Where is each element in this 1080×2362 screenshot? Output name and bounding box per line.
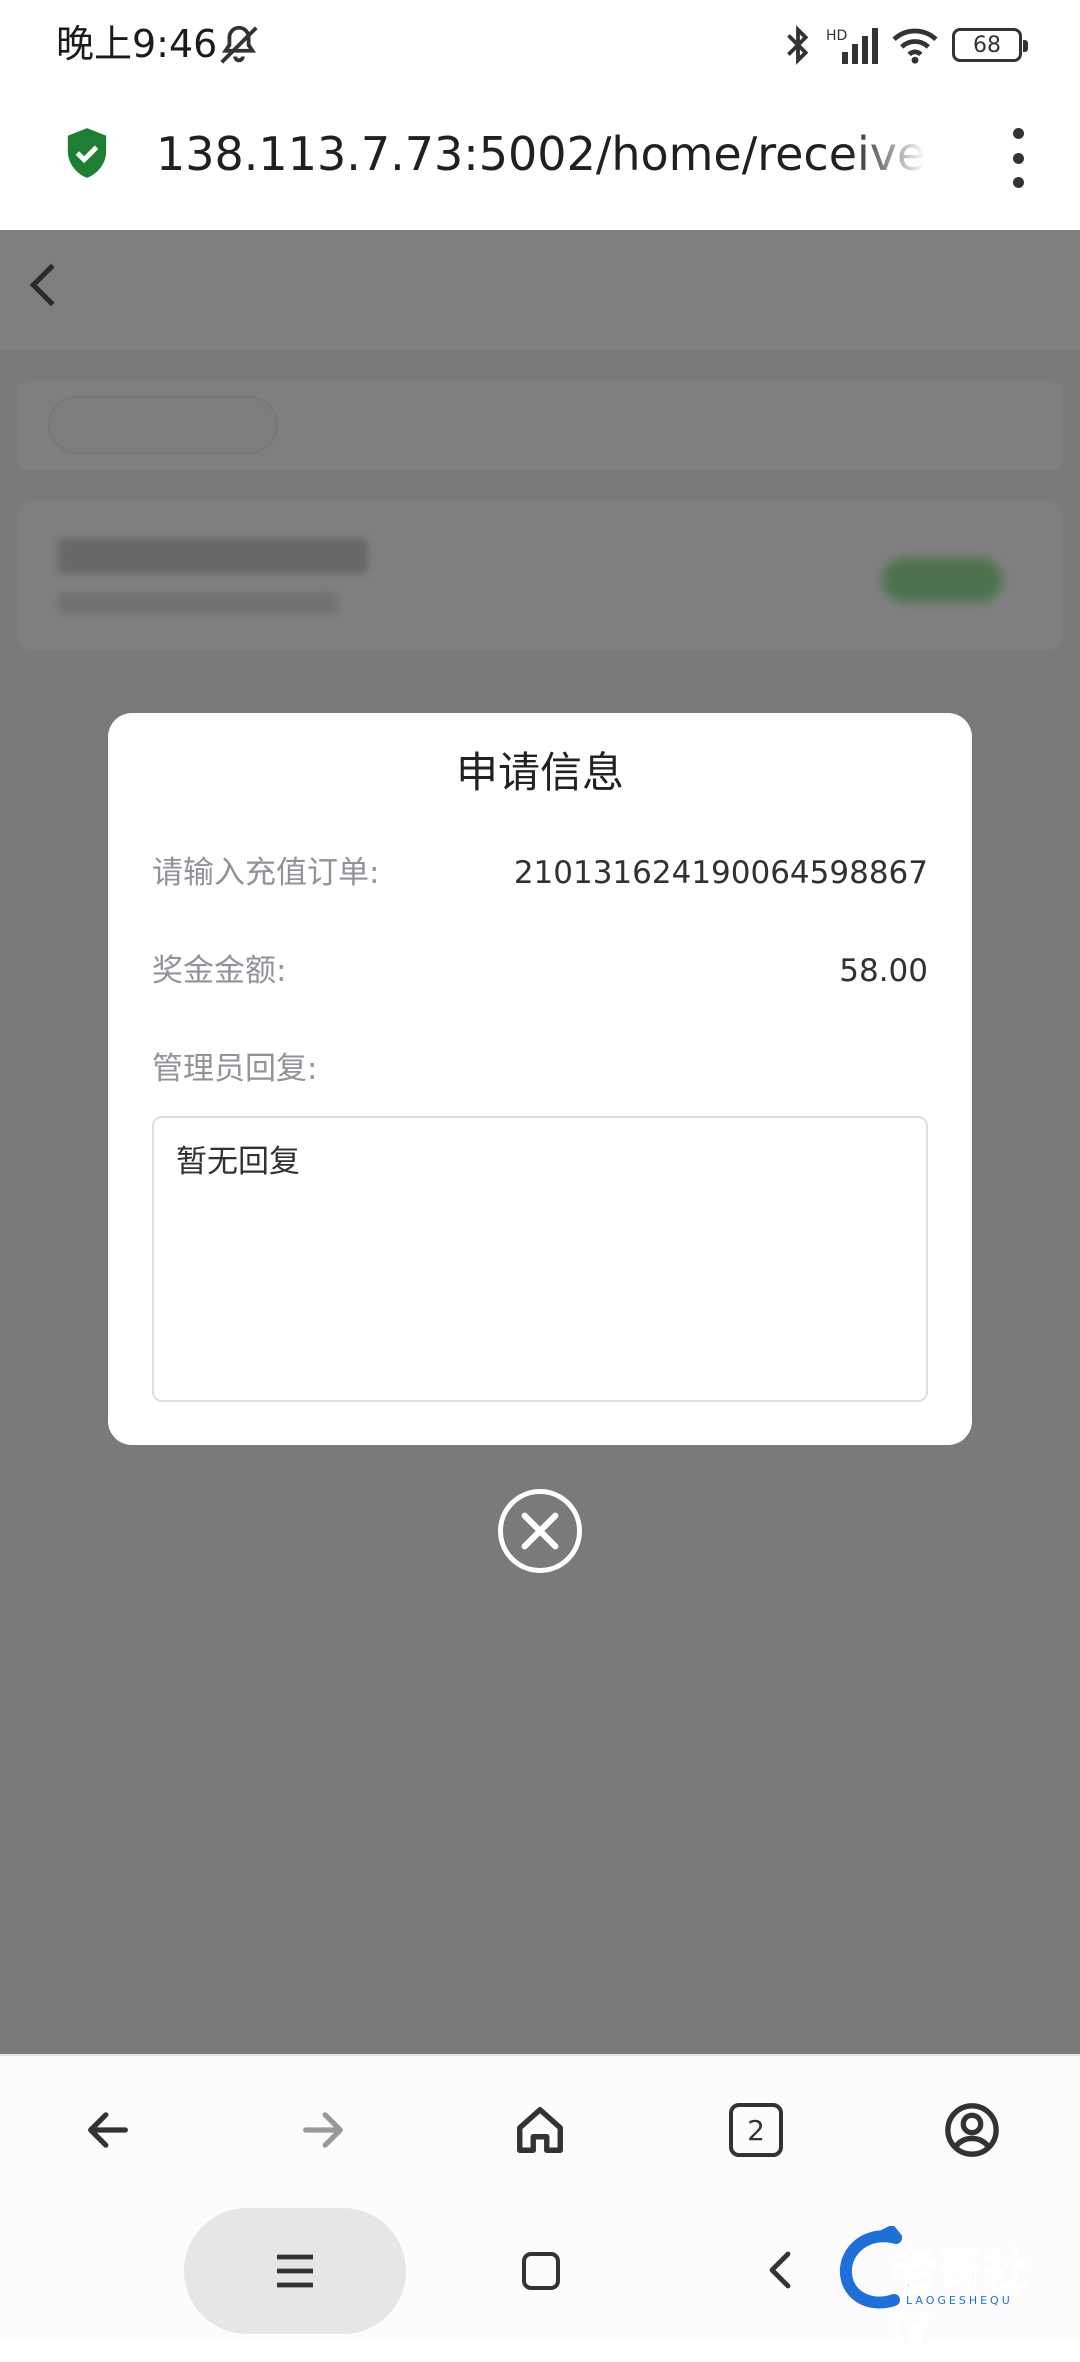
watermark-logo: 老哥社区 LAOGESHEQU [836, 2222, 1066, 2361]
dialog-title: 申请信息 [455, 748, 624, 797]
arrow-left-icon [88, 2112, 128, 2148]
account-icon [945, 2103, 999, 2157]
recent-apps-button[interactable] [184, 2208, 406, 2334]
amount-label: 奖金金额: [152, 953, 287, 989]
url-field[interactable]: 138.113.7.73:5002/home/receive-r [156, 122, 926, 186]
tabs-button[interactable]: 2 [686, 2056, 826, 2204]
shield-check-icon[interactable] [64, 126, 110, 180]
close-dialog-button[interactable] [498, 1489, 582, 1573]
wifi-icon [892, 28, 938, 64]
order-label: 请输入充值订单: [152, 855, 380, 891]
bluetooth-icon [787, 25, 809, 65]
amount-row: 奖金金额: 58.00 [152, 946, 928, 996]
back-button[interactable] [38, 2056, 178, 2204]
order-value: 210131624190064598867 [513, 855, 928, 891]
forward-button[interactable] [253, 2056, 393, 2204]
close-icon [521, 1512, 559, 1550]
order-row: 请输入充值订单: 210131624190064598867 [152, 848, 928, 898]
system-home-button[interactable] [522, 2252, 560, 2290]
reply-row: 管理员回复: [152, 1044, 928, 1094]
application-info-dialog: 申请信息 请输入充值订单: 210131624190064598867 奖金金额… [108, 713, 972, 1445]
browser-toolbar: 2 [0, 2054, 1080, 2202]
battery-icon: 68 [952, 28, 1028, 62]
tab-count: 2 [747, 2113, 765, 2147]
reply-label: 管理员回复: [152, 1051, 318, 1087]
system-navigation-bar: 老哥社区 LAOGESHEQU [0, 2202, 1080, 2361]
bell-off-icon [220, 25, 258, 64]
hamburger-menu-icon [277, 2254, 313, 2288]
amount-value: 58.00 [839, 953, 928, 989]
arrow-right-icon [303, 2112, 343, 2148]
status-time: 晚上9:46 [56, 22, 218, 66]
status-bar: 晚上9:46 HD 68 [0, 0, 1080, 88]
browser-address-bar: 138.113.7.73:5002/home/receive-r [0, 88, 1080, 230]
home-icon [517, 2107, 563, 2153]
status-icons: HD 68 [784, 20, 1028, 70]
admin-reply-textarea: 暂无回复 [152, 1116, 928, 1402]
watermark-subtext: LAOGESHEQU [906, 2294, 1013, 2307]
account-button[interactable] [902, 2056, 1042, 2204]
home-button[interactable] [470, 2056, 610, 2204]
system-back-icon[interactable] [760, 2250, 800, 2290]
signal-icon: HD [826, 28, 878, 64]
svg-text:HD: HD [826, 28, 847, 44]
tabs-icon: 2 [729, 2103, 783, 2157]
battery-level: 68 [973, 32, 1001, 58]
more-vertical-icon[interactable] [1006, 128, 1030, 188]
